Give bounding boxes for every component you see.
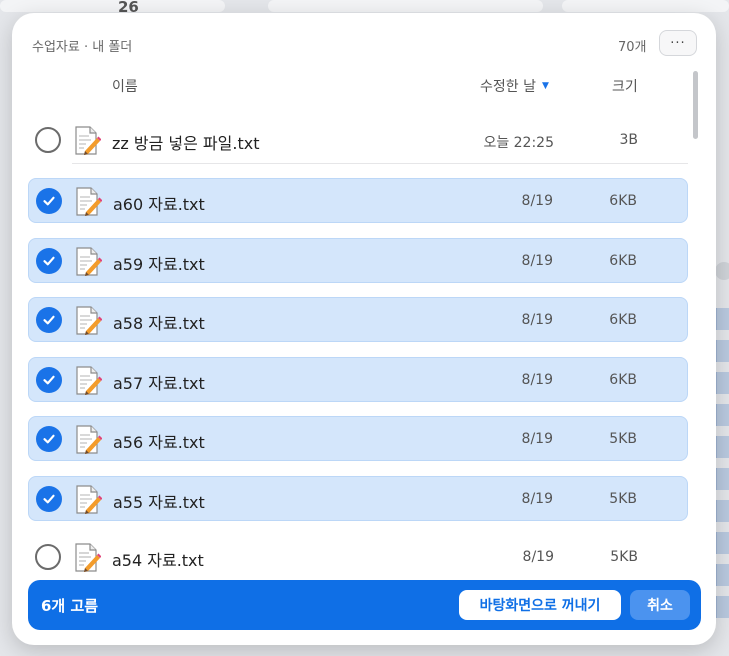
column-header-size[interactable]: 크기 xyxy=(612,76,638,96)
export-to-desktop-button[interactable]: 바탕화면으로 꺼내기 xyxy=(459,590,621,620)
background-circle xyxy=(715,262,729,280)
file-modified-date: 8/19 xyxy=(522,549,554,565)
background-tab-right xyxy=(562,0,729,12)
file-row[interactable]: a58 자료.txt 8/19 6KB xyxy=(28,297,688,342)
file-size: 5KB xyxy=(609,431,637,447)
file-name: a58 자료.txt xyxy=(113,314,205,333)
select-checkbox[interactable] xyxy=(36,248,62,274)
file-name: a54 자료.txt xyxy=(112,551,204,570)
select-checkbox[interactable] xyxy=(36,188,62,214)
column-header-modified-label: 수정한 날 xyxy=(480,79,536,95)
text-file-pencil-icon xyxy=(76,306,102,335)
file-row[interactable]: a57 자료.txt 8/19 6KB xyxy=(28,357,688,402)
file-size: 6KB xyxy=(609,312,637,328)
cancel-button[interactable]: 취소 xyxy=(630,590,690,620)
check-icon xyxy=(43,315,55,325)
background-tab-left xyxy=(0,0,225,12)
breadcrumb: 수업자료 · 내 폴더 xyxy=(32,40,133,55)
text-file-pencil-icon xyxy=(76,485,102,514)
selection-action-bar: 6개 고름 바탕화면으로 꺼내기 취소 xyxy=(28,580,701,630)
background-stripe xyxy=(716,436,729,458)
background-stripe xyxy=(716,308,729,330)
item-count: 70개 xyxy=(618,40,647,55)
check-icon xyxy=(43,434,55,444)
text-file-pencil-icon xyxy=(75,543,101,572)
file-name: a60 자료.txt xyxy=(113,195,205,214)
background-stripe xyxy=(716,404,729,426)
file-size: 5KB xyxy=(609,491,637,507)
background-stripe xyxy=(716,372,729,394)
select-checkbox[interactable] xyxy=(36,307,62,333)
file-picker-panel: 수업자료 · 내 폴더 70개 ··· 이름 수정한 날 ▼ 크기 zz 방금 … xyxy=(12,13,716,645)
file-row[interactable]: a56 자료.txt 8/19 5KB xyxy=(28,416,688,461)
column-header-name[interactable]: 이름 xyxy=(112,76,138,96)
scrollbar-thumb[interactable] xyxy=(693,71,698,139)
text-file-pencil-icon xyxy=(76,366,102,395)
more-options-button[interactable]: ··· xyxy=(659,30,697,56)
background-stripe xyxy=(716,468,729,490)
select-checkbox[interactable] xyxy=(36,486,62,512)
file-modified-date: 8/19 xyxy=(521,193,553,209)
file-size: 6KB xyxy=(609,372,637,388)
select-checkbox[interactable] xyxy=(35,127,61,153)
file-name: a57 자료.txt xyxy=(113,374,205,393)
background-stripe xyxy=(716,596,729,618)
text-file-pencil-icon xyxy=(75,126,101,155)
file-modified-date: 오늘 22:25 xyxy=(483,135,554,151)
text-file-pencil-icon xyxy=(76,187,102,216)
selection-count-label: 6개 고름 xyxy=(41,597,99,615)
file-modified-date: 8/19 xyxy=(521,312,553,328)
text-file-pencil-icon xyxy=(76,425,102,454)
file-name: a59 자료.txt xyxy=(113,255,205,274)
select-checkbox[interactable] xyxy=(35,544,61,570)
file-row[interactable]: a55 자료.txt 8/19 5KB xyxy=(28,476,688,521)
file-name: a56 자료.txt xyxy=(113,433,205,452)
sort-down-icon: ▼ xyxy=(541,81,549,91)
file-row[interactable]: a54 자료.txt 8/19 5KB xyxy=(28,535,688,580)
background-stripe xyxy=(716,500,729,522)
select-checkbox[interactable] xyxy=(36,426,62,452)
check-icon xyxy=(43,375,55,385)
text-file-pencil-icon xyxy=(76,247,102,276)
select-checkbox[interactable] xyxy=(36,367,62,393)
file-size: 6KB xyxy=(609,253,637,269)
file-modified-date: 8/19 xyxy=(521,372,553,388)
check-icon xyxy=(43,256,55,266)
file-size: 5KB xyxy=(610,549,638,565)
file-modified-date: 8/19 xyxy=(521,491,553,507)
background-tab-middle xyxy=(268,0,543,12)
file-row[interactable]: a59 자료.txt 8/19 6KB xyxy=(28,238,688,283)
file-row[interactable]: zz 방금 넣은 파일.txt 오늘 22:25 3B xyxy=(28,118,688,164)
file-size: 6KB xyxy=(609,193,637,209)
check-icon xyxy=(43,196,55,206)
file-modified-date: 8/19 xyxy=(521,431,553,447)
background-stripe xyxy=(716,340,729,362)
file-name: zz 방금 넣은 파일.txt xyxy=(112,134,260,153)
column-header-modified[interactable]: 수정한 날 ▼ xyxy=(480,76,549,96)
background-stripe xyxy=(716,564,729,586)
file-size: 3B xyxy=(619,132,638,148)
file-modified-date: 8/19 xyxy=(521,253,553,269)
file-name: a55 자료.txt xyxy=(113,493,205,512)
check-icon xyxy=(43,494,55,504)
background-stripe xyxy=(716,532,729,554)
file-row[interactable]: a60 자료.txt 8/19 6KB xyxy=(28,178,688,223)
